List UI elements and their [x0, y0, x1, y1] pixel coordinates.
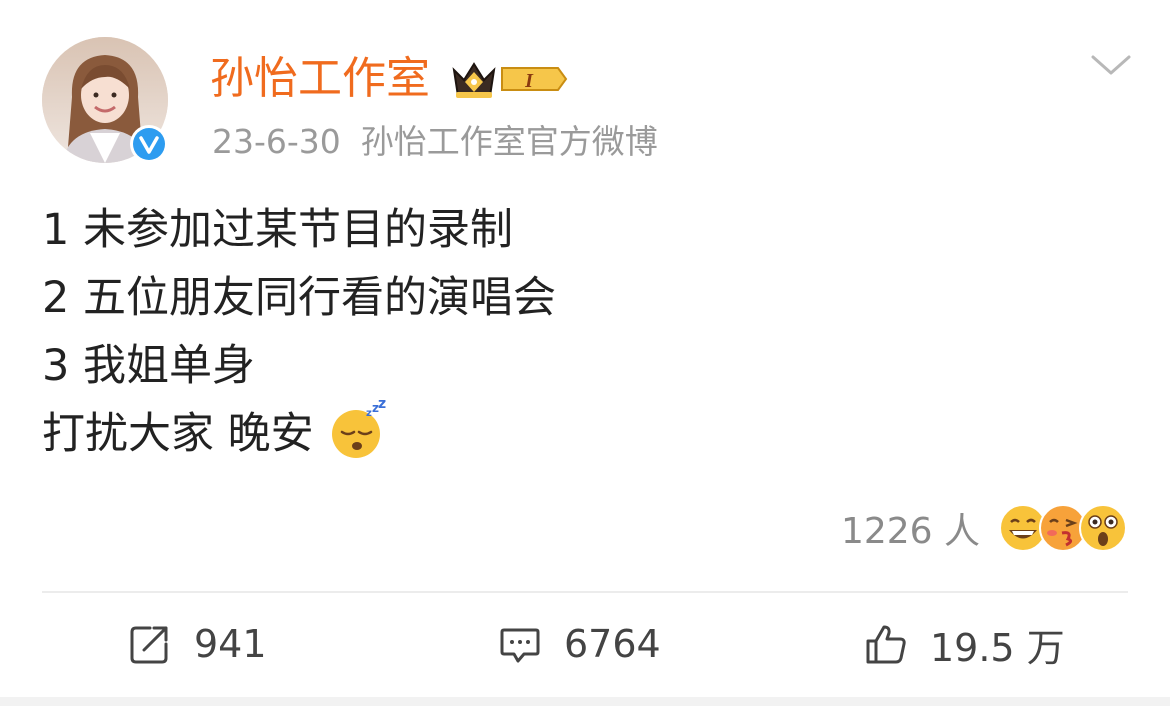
author-name[interactable]: 孙怡工作室 [210, 50, 430, 108]
more-options-chevron-icon[interactable] [1090, 52, 1132, 78]
svg-text:z: z [378, 400, 386, 412]
shocked-face-icon [1079, 504, 1127, 552]
post-content: 1 未参加过某节目的录制 2 五位朋友同行看的演唱会 3 我姐单身 打扰大家 晚… [42, 196, 556, 468]
weibo-post-card: 孙怡工作室 I 23-6-30 孙怡工作室官方微博 1 未参加过某节目的录制 2 … [0, 0, 1170, 706]
divider [42, 591, 1128, 593]
bottom-separator [0, 697, 1170, 706]
thumbs-up-icon [866, 625, 906, 664]
repost-icon [130, 626, 168, 664]
content-line-text: 打扰大家 晚安 [42, 409, 314, 459]
crown-vip-icon: I [452, 62, 568, 98]
content-line: 3 我姐单身 [42, 341, 256, 391]
vip-badge[interactable]: I [450, 56, 568, 102]
comment-button[interactable]: 6764 [498, 613, 661, 675]
repost-count: 941 [194, 622, 267, 666]
avatar[interactable] [42, 37, 168, 163]
verified-badge [130, 125, 168, 163]
comment-count: 6764 [564, 622, 661, 666]
reaction-faces [998, 500, 1128, 556]
reactions-summary[interactable]: 1226 人 [841, 500, 1128, 556]
post-meta: 23-6-30 孙怡工作室官方微博 [212, 120, 658, 164]
like-count: 19.5 万 [930, 625, 1065, 670]
content-line: 1 未参加过某节目的录制 [42, 205, 514, 255]
post-source: 孙怡工作室官方微博 [360, 122, 658, 161]
sleeping-face-icon: z z z [331, 400, 386, 458]
comment-icon [500, 628, 540, 663]
content-line-last: 打扰大家 晚安 z z z [42, 400, 556, 468]
repost-button[interactable]: 941 [128, 613, 267, 675]
vip-level-label: I [524, 70, 534, 92]
post-date: 23-6-30 [212, 122, 341, 161]
verified-icon [133, 128, 165, 160]
reaction-count: 1226 人 [840, 511, 980, 552]
like-button[interactable]: 19.5 万 [864, 613, 1065, 675]
content-line: 2 五位朋友同行看的演唱会 [42, 273, 557, 323]
